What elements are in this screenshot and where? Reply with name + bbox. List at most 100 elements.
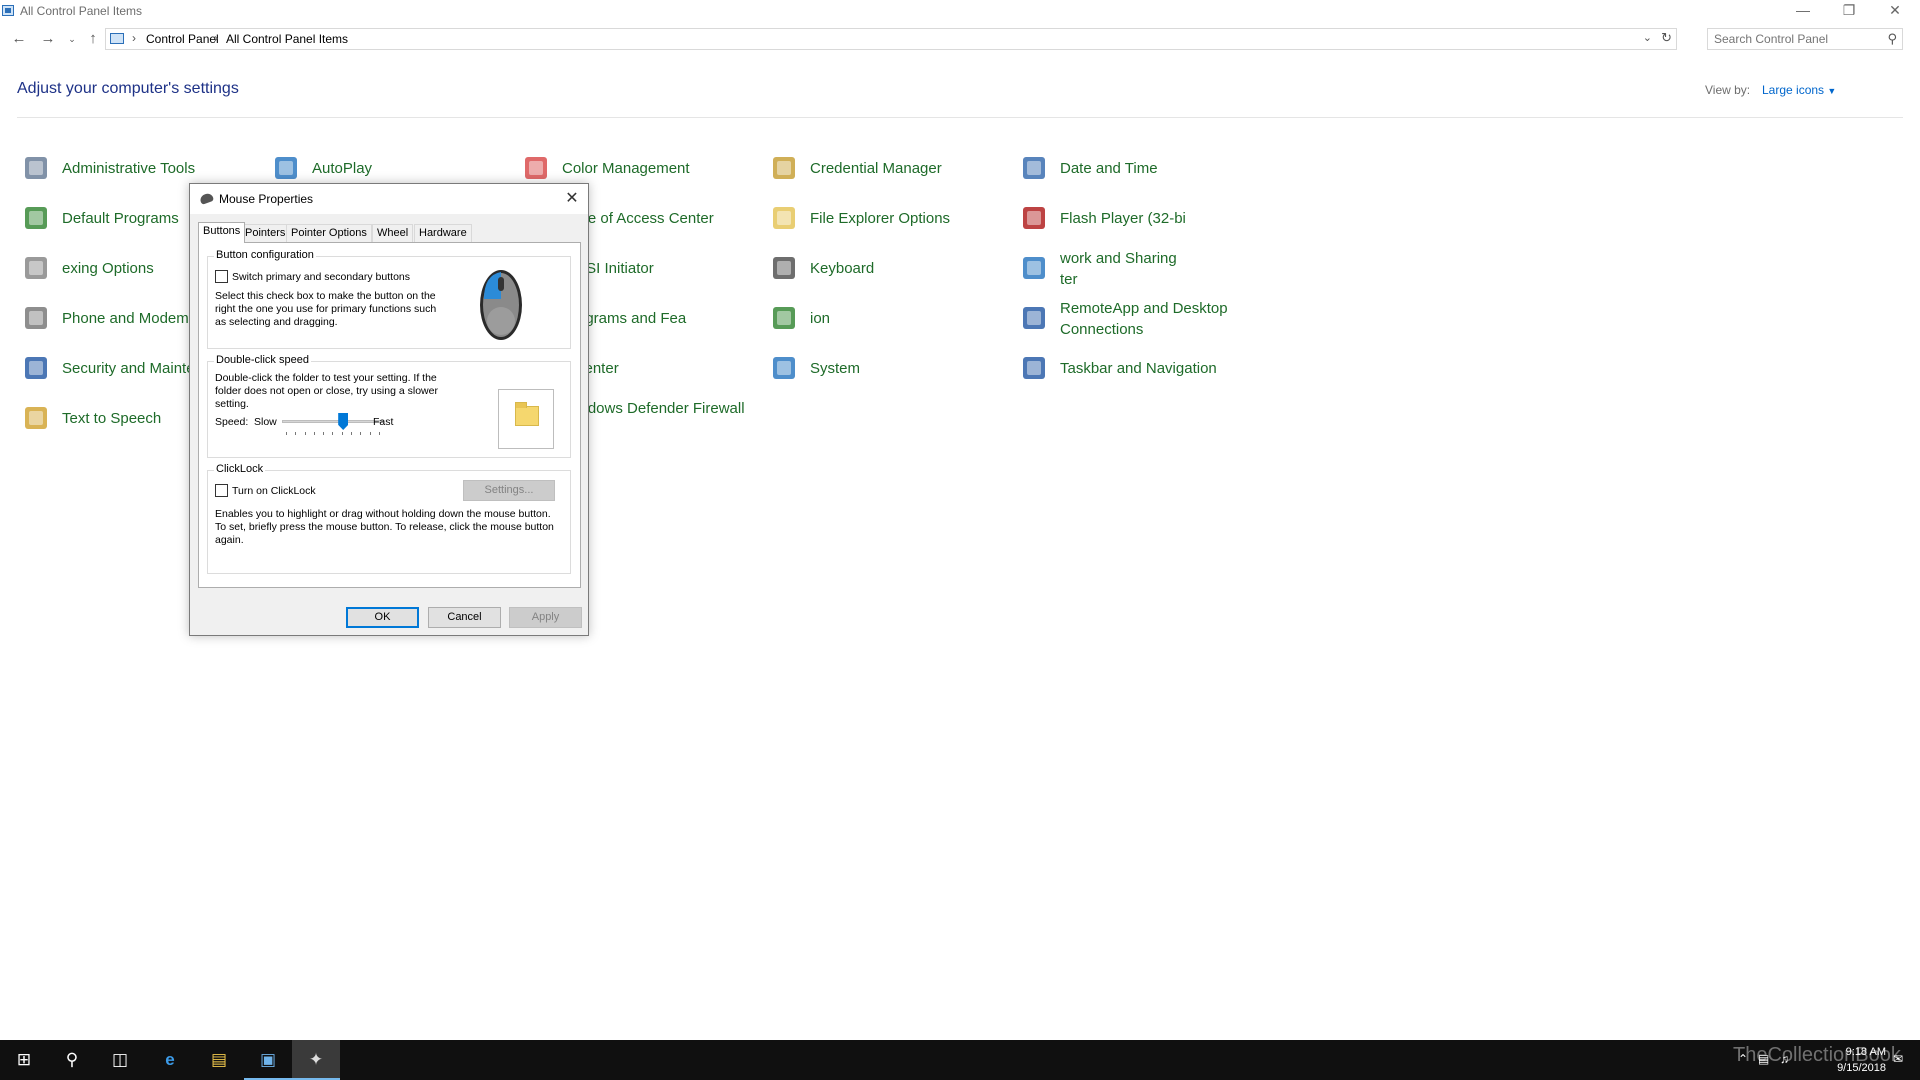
search-icon[interactable]: ⚲: [1887, 31, 1897, 47]
control-panel-item[interactable]: work and Sharing ter: [1018, 250, 1258, 292]
speed-slider-thumb[interactable]: [338, 413, 349, 430]
breadcrumb-separator: ›: [214, 31, 218, 45]
network-sharing-icon[interactable]: [1018, 252, 1050, 284]
cancel-button[interactable]: Cancel: [428, 607, 501, 628]
control-panel-item-label[interactable]: Phone and Modem: [62, 308, 189, 329]
forward-arrow-icon[interactable]: →: [38, 29, 58, 49]
mouse-properties-taskbar-icon[interactable]: ✦: [292, 1040, 340, 1080]
control-panel-item-label[interactable]: RemoteApp and Desktop Connections: [1060, 298, 1250, 340]
control-panel-item-label[interactable]: Credential Manager: [810, 158, 942, 179]
button-configuration-group: Button configuration Switch primary and …: [207, 249, 571, 349]
close-window-button[interactable]: ✕: [1872, 0, 1918, 22]
breadcrumb-separator: ›: [132, 31, 136, 45]
search-input[interactable]: [1714, 31, 1874, 47]
region-icon[interactable]: [768, 302, 800, 334]
clicklock-label[interactable]: Turn on ClickLock: [232, 485, 316, 497]
speed-label: Speed:: [215, 416, 249, 428]
back-arrow-icon[interactable]: ←: [9, 29, 29, 49]
flash-player-icon[interactable]: [1018, 202, 1050, 234]
control-panel-item-label[interactable]: Windows Defender Firewall: [562, 398, 752, 419]
tab-pointer-options[interactable]: Pointer Options: [286, 224, 372, 242]
minimize-button[interactable]: —: [1780, 0, 1826, 22]
control-panel-item[interactable]: Taskbar and Navigation: [1018, 352, 1258, 392]
switch-buttons-checkbox[interactable]: [215, 270, 228, 283]
control-panel-item-label[interactable]: exing Options: [62, 258, 154, 279]
indexing-options-icon[interactable]: [20, 252, 52, 284]
remoteapp-icon[interactable]: [1018, 302, 1050, 334]
address-dropdown-icon[interactable]: ⌄: [1643, 31, 1652, 44]
control-panel-item[interactable]: ion: [768, 302, 1008, 342]
control-panel-item[interactable]: System: [768, 352, 1008, 392]
clicklock-checkbox[interactable]: [215, 484, 228, 497]
group-title: Button configuration: [214, 249, 316, 261]
notifications-icon[interactable]: ✉: [1893, 1052, 1903, 1066]
tab-buttons[interactable]: Buttons: [198, 222, 246, 243]
speed-slider-track[interactable]: [282, 420, 384, 423]
test-folder-area[interactable]: [498, 389, 554, 449]
control-panel-item[interactable]: File Explorer Options: [768, 202, 1008, 242]
tab-hardware[interactable]: Hardware: [414, 224, 472, 242]
network-icon[interactable]: ▤: [1758, 1052, 1769, 1066]
refresh-icon[interactable]: ↻: [1661, 30, 1672, 46]
default-programs-icon[interactable]: [20, 202, 52, 234]
control-panel-item-label[interactable]: Color Management: [562, 158, 690, 179]
address-bar[interactable]: › Control Panel › All Control Panel Item…: [105, 28, 1677, 50]
start-windows-icon[interactable]: ⊞: [0, 1040, 48, 1080]
breadcrumb-all-items[interactable]: All Control Panel Items: [226, 32, 348, 46]
apply-button[interactable]: Apply: [509, 607, 582, 628]
control-panel-item-label[interactable]: ion: [810, 308, 830, 329]
view-by-label: View by:: [1705, 83, 1751, 97]
clicklock-description: Enables you to highlight or drag without…: [215, 508, 554, 546]
tab-wheel[interactable]: Wheel: [372, 224, 414, 242]
control-panel-taskbar-icon[interactable]: ▣: [244, 1040, 292, 1080]
restore-button[interactable]: ❐: [1826, 0, 1872, 22]
file-explorer-icon[interactable]: ▤: [195, 1040, 243, 1080]
control-panel-item-label[interactable]: File Explorer Options: [810, 208, 950, 229]
close-icon[interactable]: ✕: [562, 188, 582, 208]
view-by-dropdown[interactable]: Large icons ▼: [1762, 83, 1836, 97]
credential-manager-icon[interactable]: [768, 152, 800, 184]
system-icon[interactable]: [768, 352, 800, 384]
control-panel-item[interactable]: Date and Time: [1018, 152, 1258, 192]
task-view-icon[interactable]: ◫: [96, 1040, 144, 1080]
control-panel-item-label[interactable]: Date and Time: [1060, 158, 1158, 179]
color-management-icon[interactable]: [520, 152, 552, 184]
control-panel-item-label[interactable]: Text to Speech: [62, 408, 161, 429]
date-time-icon[interactable]: [1018, 152, 1050, 184]
recent-locations-chevron-icon[interactable]: ⌄: [62, 29, 82, 49]
navigation-bar: ← → ⌄ ↑ › Control Panel › All Control Pa…: [0, 25, 1920, 53]
admin-tools-icon[interactable]: [20, 152, 52, 184]
control-panel-item-label[interactable]: work and Sharing ter: [1060, 248, 1250, 290]
switch-buttons-label[interactable]: Switch primary and secondary buttons: [232, 271, 410, 283]
folder-icon[interactable]: [515, 402, 539, 426]
clock[interactable]: 9:18 AM 9/15/2018: [1806, 1044, 1886, 1076]
control-panel-item-label[interactable]: System: [810, 358, 860, 379]
control-panel-item-label[interactable]: Default Programs: [62, 208, 179, 229]
control-panel-item[interactable]: RemoteApp and Desktop Connections: [1018, 300, 1258, 342]
tab-pointers[interactable]: Pointers: [240, 224, 291, 242]
control-panel-item-label[interactable]: Keyboard: [810, 258, 874, 279]
control-panel-item[interactable]: Keyboard: [768, 252, 1008, 292]
control-panel-item[interactable]: Credential Manager: [768, 152, 1008, 192]
internet-explorer-icon[interactable]: e: [146, 1040, 194, 1080]
up-arrow-icon[interactable]: ↑: [83, 29, 103, 49]
ok-button[interactable]: OK: [346, 607, 419, 628]
control-panel-item-label[interactable]: Administrative Tools: [62, 158, 195, 179]
taskbar-navigation-icon[interactable]: [1018, 352, 1050, 384]
tray-chevron-icon[interactable]: ⌃: [1738, 1052, 1748, 1066]
breadcrumb-control-panel[interactable]: Control Panel: [146, 32, 219, 46]
control-panel-item-label[interactable]: Taskbar and Navigation: [1060, 358, 1217, 379]
keyboard-icon[interactable]: [768, 252, 800, 284]
phone-modem-icon[interactable]: [20, 302, 52, 334]
autoplay-icon[interactable]: [270, 152, 302, 184]
volume-icon[interactable]: ♫: [1780, 1052, 1789, 1066]
text-to-speech-icon[interactable]: [20, 402, 52, 434]
clicklock-settings-button[interactable]: Settings...: [463, 480, 555, 501]
search-box[interactable]: ⚲: [1707, 28, 1903, 50]
control-panel-item-label[interactable]: Flash Player (32-bi: [1060, 208, 1186, 229]
search-icon[interactable]: ⚲: [48, 1040, 96, 1080]
control-panel-item-label[interactable]: AutoPlay: [312, 158, 372, 179]
control-panel-item[interactable]: Flash Player (32-bi: [1018, 202, 1258, 242]
security-maintenance-icon[interactable]: [20, 352, 52, 384]
file-explorer-options-icon[interactable]: [768, 202, 800, 234]
